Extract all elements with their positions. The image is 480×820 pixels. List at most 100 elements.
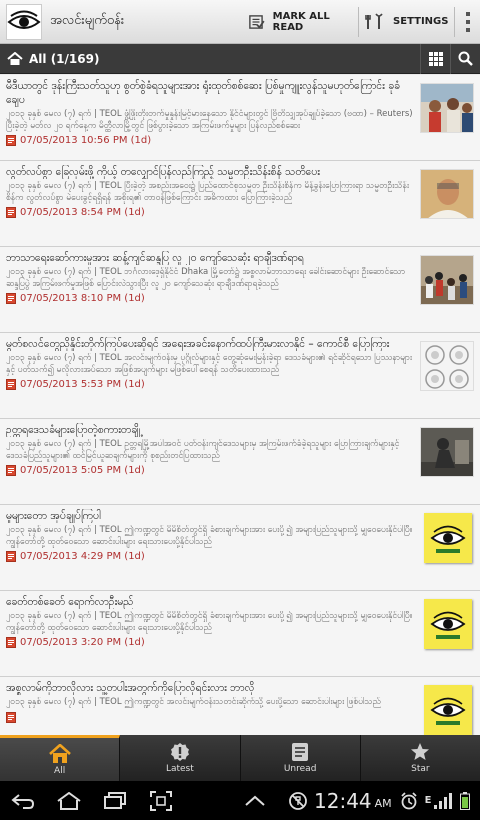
article-excerpt: ၂၀၁၃ ခုနှစ် မေလ (၇) ရက် | TEOL ဤကဏ္ဍတွင်… [6,697,381,707]
article-excerpt: ၂၀၁၃ ခုနှစ် မေလ (၇) ရက် | TEOL ဘင်္ဂလားဒ… [6,267,406,289]
article-excerpt: ၂၀၁၃ ခုနှစ် မေလ (၇) ရက် | TEOL ဖွံ့ဖြိုး… [6,109,413,131]
alarm-icon [401,791,417,809]
article-list[interactable]: မီဒီယာတွင် ဒုန်းကြီးသတ်သူဟု စွတ်စွဲခံရသူ… [0,75,480,735]
article-title: ဘာသာရေးဆော်ကားမှုအား ဆန့်ကျင်ဆန္ဒပြ လူ ၂… [6,252,304,264]
tab-unread[interactable]: Unread [241,735,361,781]
article-title: မူများတော အုပ်ချုပ်ကြပါ [6,510,101,522]
section-title: All (1/169) [29,51,100,66]
bottom-tab-bar: All Latest Unread Star [0,735,480,781]
tab-star[interactable]: Star [361,735,480,781]
unread-document-icon [6,135,16,146]
article-date: 07/05/2013 10:56 PM (1d) [20,135,152,146]
tab-all-label: All [54,765,66,776]
back-button[interactable] [0,781,46,820]
article-date: 07/05/2013 5:53 PM (1d) [20,379,145,390]
article-date: 07/05/2013 8:54 PM (1d) [20,207,145,218]
tab-all[interactable]: All [0,735,121,781]
unread-document-icon [6,379,16,390]
tab-latest-label: Latest [165,764,194,774]
article-row[interactable]: မီဒီယာတွင် ဒုန်းကြီးသတ်သူဟု စွတ်စွဲခံရသူ… [0,75,480,161]
home-icon [48,743,71,763]
mark-all-read-button[interactable]: MARK ALL READ [243,0,358,44]
article-thumbnail [420,83,474,133]
back-arrow-icon [11,793,35,809]
eye-logo-icon [7,10,41,29]
home-nav-button[interactable] [46,781,92,820]
article-thumbnail [420,341,474,391]
article-row[interactable]: ခေတ်တစ်ခေတ် ရောက်လာဦးမည်၂၀၁၃ ခုနှစ် မေလ … [0,591,480,677]
article-meta: 07/05/2013 3:20 PM (1d) [6,637,416,648]
battery-icon [459,791,470,810]
article-title: ဥတ္တရဒေသခံများပြောတဲ့စကားတချို့ [6,424,141,436]
clock-time: 12:44 [314,788,372,813]
recent-apps-button[interactable] [92,781,138,820]
star-icon [411,743,430,760]
system-navigation-bar: 12:44 AM E [0,781,480,820]
settings-label: SETTINGS [393,16,449,27]
search-icon [458,51,473,66]
app-title: အလင်းမျက်ဝန်း [50,13,125,28]
article-row[interactable]: ဘာသာရေးဆော်ကားမှုအား ဆန့်ကျင်ဆန္ဒပြ လူ ၂… [0,247,480,333]
screenshot-button[interactable] [138,781,184,820]
unread-document-icon [6,551,16,562]
article-row[interactable]: လွတ်လပ်စွာ ခြေလှမ်းဖို့ ကိုယ့် တလျှောင်ပ… [0,161,480,247]
app-logo[interactable] [6,3,42,40]
note-thumbnail-icon [424,685,472,735]
overflow-menu-icon[interactable] [455,0,480,44]
article-meta: 07/05/2013 8:54 PM (1d) [6,207,416,218]
article-meta: 07/05/2013 5:05 PM (1d) [6,465,416,476]
article-excerpt: ၂၀၁၃ ခုနှစ် မေလ (၇) ရက် | TEOL ဤကဏ္ဍတွင်… [6,611,413,633]
action-bar: အလင်းမျက်ဝန်း MARK ALL READ SETTINGS [0,0,480,44]
menu-up-button[interactable] [232,781,278,820]
chevron-up-icon [245,795,265,806]
grid-view-button[interactable] [420,43,450,74]
tools-icon [365,12,383,29]
section-bar: All (1/169) [0,43,480,74]
checklist-icon [249,14,265,29]
article-title: ခေတ်တစ်ခေတ် ရောက်လာဦးမည် [6,596,134,608]
article-thumbnail [420,169,474,219]
grid-icon [428,51,443,66]
article-meta: 07/05/2013 8:10 PM (1d) [6,293,416,304]
app-screen: အလင်းမျက်ဝန်း MARK ALL READ SETTINGS All… [0,0,480,820]
network-type: E [424,795,432,806]
article-row[interactable]: ဥတ္တရဒေသခံများပြောတဲ့စကားတချို့၂၀၁၃ ခုနှ… [0,419,480,505]
article-excerpt: ၂၀၁၃ ခုနှစ် မေလ (၇) ရက် | TEOL ပြီးခဲ့တဲ… [6,181,410,203]
tab-star-label: Star [411,764,430,774]
screenshot-icon [150,790,172,811]
note-thumbnail-icon [424,599,472,649]
article-date: 07/05/2013 5:05 PM (1d) [20,465,145,476]
unread-document-icon [6,207,16,218]
unread-document-icon [6,293,16,304]
article-thumbnail [420,255,474,305]
home-icon[interactable] [7,51,23,66]
tab-unread-label: Unread [283,764,317,774]
document-icon [292,743,309,761]
usb-debug-icon [289,791,307,810]
signal-icon [433,792,452,809]
clock-ampm: AM [374,797,392,810]
article-excerpt: ၂၀၁၃ ခုနှစ် မေလ (၇) ရက် | TEOL အလင်းမျက်… [6,353,413,375]
search-button[interactable] [450,43,480,74]
article-title: မီဒီယာတွင် ဒုန်းကြီးသတ်သူဟု စွတ်စွဲခံရသူ… [6,80,400,106]
unread-document-icon [6,465,16,476]
settings-button[interactable]: SETTINGS [359,0,454,44]
article-title: မွတ်စလင်တွေညှိနှိုင်းတိုက်ကြပ်ပေးဆိုရင် … [6,338,390,350]
article-date: 07/05/2013 4:29 PM (1d) [20,551,145,562]
note-thumbnail-icon [424,513,472,563]
article-title: လွတ်လပ်စွာ ခြေလှမ်းဖို့ ကိုယ့် တလျှောင်ပ… [6,166,320,178]
article-date: 07/05/2013 3:20 PM (1d) [20,637,145,648]
home-outline-icon [57,791,81,810]
article-meta [6,711,416,723]
mark-all-read-label: MARK ALL READ [272,10,330,33]
article-thumbnail [420,427,474,477]
article-meta: 07/05/2013 4:29 PM (1d) [6,551,416,562]
recent-apps-icon [104,791,126,809]
alert-icon [170,743,189,761]
article-row[interactable]: မွတ်စလင်တွေညှိနှိုင်းတိုက်ကြပ်ပေးဆိုရင် … [0,333,480,419]
article-row[interactable]: မူများတော အုပ်ချုပ်ကြပါ ၂၀၁၃ ခုနှစ် မေလ (… [0,505,480,591]
article-row[interactable]: အစ္စလာမ်ကိုဘာလိုလား သူ့တပါးအတွက်ကိုပြောလ… [0,677,480,735]
article-excerpt: ၂၀၁၃ ခုနှစ် မေလ (၇) ရက် | TEOL ဥတ္တရမြို… [6,439,400,461]
article-meta: 07/05/2013 10:56 PM (1d) [6,135,416,146]
tab-latest[interactable]: Latest [120,735,241,781]
